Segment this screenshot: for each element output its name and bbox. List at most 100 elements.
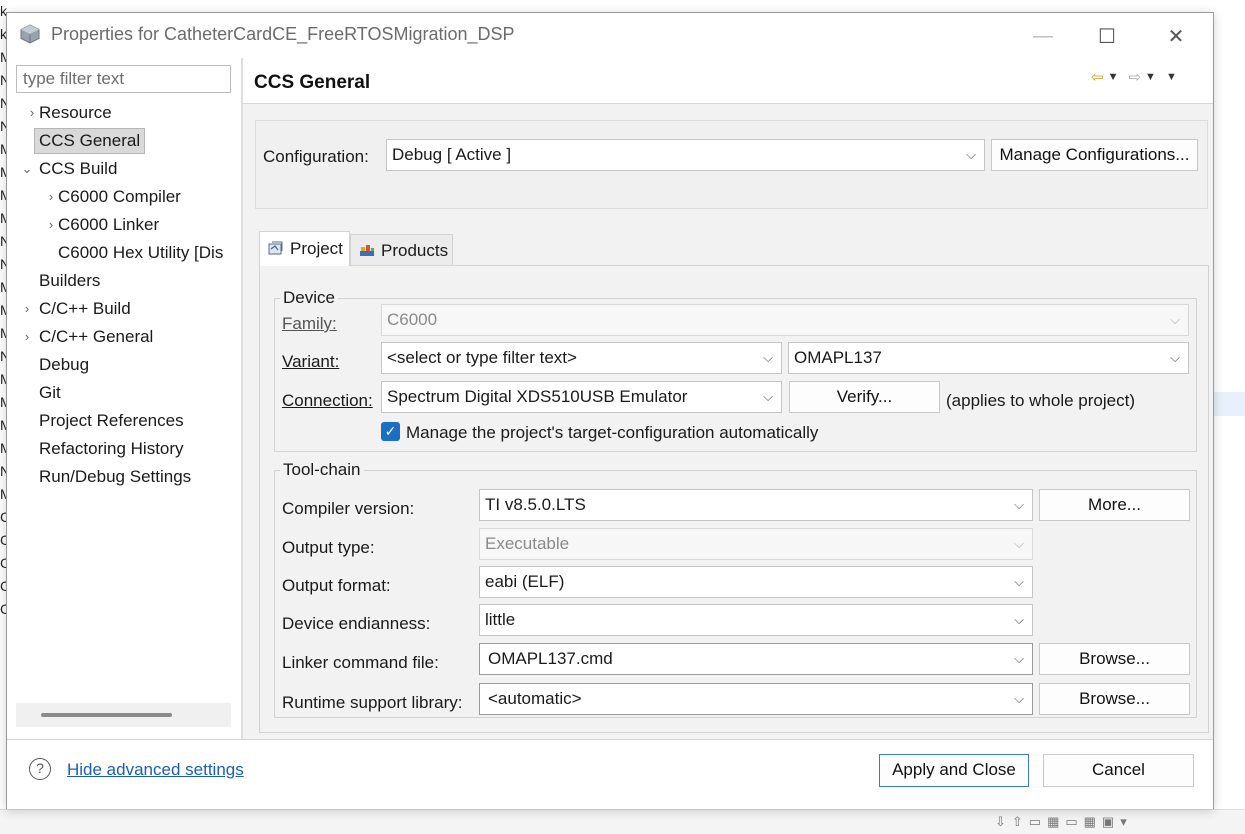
minimize-button[interactable]: —: [1020, 19, 1066, 53]
property-page: CCS General ⇦ ▼ ⇨ ▼ ▼ Configuration: Deb…: [243, 58, 1213, 739]
tree-item-label: Git: [39, 383, 61, 402]
connection-label: Connection:: [282, 391, 373, 411]
more-button[interactable]: More...: [1039, 489, 1190, 521]
apply-and-close-button[interactable]: Apply and Close: [879, 754, 1029, 787]
tree-item-ccs-build[interactable]: ⌄ CCS Build: [7, 155, 241, 183]
title-bar: Properties for CatheterCardCE_FreeRTOSMi…: [7, 13, 1213, 58]
more-button-label: More...: [1088, 495, 1141, 514]
browse-button-label: Browse...: [1079, 649, 1150, 668]
chevron-right-icon[interactable]: ›: [25, 99, 39, 127]
configuration-select[interactable]: Debug [ Active ] ⌵: [386, 139, 985, 171]
tree-item-label: CCS Build: [39, 159, 118, 178]
output-type-label: Output type:: [282, 538, 375, 557]
manage-target-config-checkbox[interactable]: ✓: [381, 422, 400, 441]
maximize-icon: ☐: [1098, 25, 1116, 48]
family-label-text: Family:: [282, 314, 337, 333]
properties-dialog: Properties for CatheterCardCE_FreeRTOSMi…: [6, 12, 1214, 809]
output-format-value: eabi (ELF): [485, 572, 565, 591]
connection-label-text: Connection:: [282, 391, 373, 410]
page-title: CCS General: [254, 72, 371, 93]
chevron-down-icon: ⌵: [763, 350, 773, 365]
page-header: CCS General ⇦ ▼ ⇨ ▼ ▼: [243, 58, 1213, 104]
family-select[interactable]: C6000 ⌵: [381, 304, 1189, 336]
tab-project-label: Project: [290, 239, 343, 258]
tree-item-debug[interactable]: Debug: [7, 351, 241, 379]
dialog-footer: ? Hide advanced settings Apply and Close…: [7, 739, 1213, 809]
chevron-down-icon: ⌵: [1014, 574, 1024, 589]
browse-button-label: Browse...: [1079, 689, 1150, 708]
device-endianness-select[interactable]: little ⌵: [479, 604, 1033, 636]
chevron-right-icon[interactable]: ›: [20, 323, 34, 351]
runtime-support-library-select[interactable]: <automatic> ⌵: [479, 683, 1033, 715]
tree-item-c6000-compiler[interactable]: › C6000 Compiler: [7, 183, 241, 211]
cancel-label: Cancel: [1092, 760, 1145, 779]
verify-button[interactable]: Verify...: [789, 381, 940, 413]
chevron-down-icon: ⌵: [1170, 312, 1180, 327]
back-arrow-icon[interactable]: ⇦: [1091, 68, 1104, 86]
tree-item-label: C/C++ Build: [39, 299, 131, 318]
variant-label: Variant:: [282, 352, 339, 372]
variant-filter-select[interactable]: <select or type filter text> ⌵: [381, 342, 782, 374]
tree-item-project-references[interactable]: Project References: [7, 407, 241, 435]
tree-item-label: Run/Debug Settings: [39, 467, 192, 486]
output-format-select[interactable]: eabi (ELF) ⌵: [479, 566, 1033, 598]
background-selection-highlight: [1213, 392, 1245, 416]
project-tab-panel: Device Family: C6000 ⌵ Variant: <select …: [259, 265, 1209, 733]
tree-item-builders[interactable]: Builders: [7, 267, 241, 295]
tree-item-run-debug-settings[interactable]: Run/Debug Settings: [7, 463, 241, 491]
configuration-value: Debug [ Active ]: [392, 145, 512, 164]
horizontal-scrollbar-thumb[interactable]: [41, 713, 172, 717]
output-type-select[interactable]: Executable ⌵: [479, 528, 1033, 560]
tab-project[interactable]: Project: [259, 231, 350, 266]
tree-item-refactoring-history[interactable]: Refactoring History: [7, 435, 241, 463]
compiler-version-select[interactable]: TI v8.5.0.LTS ⌵: [479, 489, 1033, 521]
cancel-button[interactable]: Cancel: [1043, 754, 1194, 787]
filter-input[interactable]: [16, 65, 231, 93]
chevron-right-icon[interactable]: ›: [44, 183, 58, 211]
variant-select[interactable]: OMAPL137 ⌵: [788, 342, 1189, 374]
hide-advanced-settings-link[interactable]: Hide advanced settings: [67, 760, 244, 780]
tree-item-label: Builders: [39, 271, 101, 290]
chevron-down-icon[interactable]: ⌄: [20, 155, 34, 183]
page-nav-toolbar: ⇦ ▼ ⇨ ▼ ▼: [1091, 68, 1183, 86]
project-tab-icon: [268, 241, 283, 255]
view-menu-icon[interactable]: ▼: [1166, 71, 1177, 83]
browse-linker-cmd-button[interactable]: Browse...: [1039, 643, 1190, 675]
manage-configurations-button[interactable]: Manage Configurations...: [991, 139, 1198, 171]
chevron-right-icon[interactable]: ›: [44, 211, 58, 239]
help-icon[interactable]: ?: [29, 758, 51, 780]
tree-item-ccs-general[interactable]: CCS General: [7, 127, 241, 155]
background-status-toolbar: ⇩⇧▭▦▭▦▣▾: [0, 809, 1245, 834]
tree-item-label: Project References: [39, 411, 184, 430]
tree-item-label: Refactoring History: [39, 439, 184, 458]
tree-item-git[interactable]: Git: [7, 379, 241, 407]
checkmark-icon: ✓: [384, 423, 397, 439]
connection-select[interactable]: Spectrum Digital XDS510USB Emulator ⌵: [381, 381, 782, 413]
chevron-right-icon[interactable]: ›: [20, 295, 34, 323]
tree-item-cpp-general[interactable]: › C/C++ General: [7, 323, 241, 351]
tree-item-label: C6000 Hex Utility [Dis: [58, 243, 224, 262]
device-endianness-label: Device endianness:: [282, 614, 431, 633]
chevron-down-icon: ⌵: [966, 147, 976, 162]
tree-item-c6000-linker[interactable]: › C6000 Linker: [7, 211, 241, 239]
back-dropdown-icon[interactable]: ▼: [1108, 71, 1119, 83]
tab-products[interactable]: Products: [350, 234, 453, 266]
chevron-down-icon: ⌵: [1014, 497, 1024, 512]
tree-item-label: C/C++ General: [39, 327, 154, 346]
window-title: Properties for CatheterCardCE_FreeRTOSMi…: [51, 24, 515, 44]
app-icon: [20, 24, 40, 44]
tree-item-cpp-build[interactable]: › C/C++ Build: [7, 295, 241, 323]
tree-item-resource[interactable]: › Resource: [7, 99, 241, 127]
browse-runtime-library-button[interactable]: Browse...: [1039, 683, 1190, 715]
forward-arrow-icon[interactable]: ⇨: [1128, 68, 1141, 86]
compiler-version-value: TI v8.5.0.LTS: [485, 495, 586, 514]
forward-dropdown-icon[interactable]: ▼: [1145, 71, 1156, 83]
maximize-button[interactable]: ☐: [1084, 19, 1130, 53]
close-button[interactable]: ✕: [1153, 19, 1199, 53]
tree-item-label: C6000 Compiler: [58, 187, 181, 206]
verify-button-label: Verify...: [836, 387, 893, 406]
tree-item-c6000-hex-utility[interactable]: C6000 Hex Utility [Dis: [7, 239, 241, 267]
tree-item-label: Debug: [39, 355, 90, 374]
linker-command-file-select[interactable]: OMAPL137.cmd ⌵: [479, 643, 1033, 675]
minimize-icon: —: [1033, 24, 1053, 47]
